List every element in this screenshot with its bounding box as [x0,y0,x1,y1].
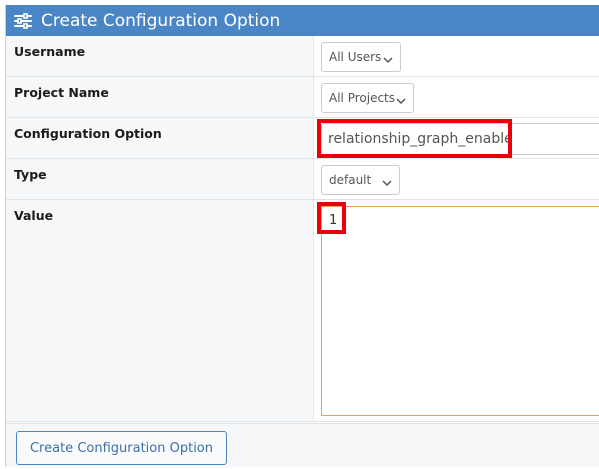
project-select-value: All Projects [329,91,395,105]
chevron-down-icon [382,176,392,190]
username-label: Username [6,36,314,76]
configuration-option-input[interactable]: relationship_graph_enable [321,123,599,155]
configuration-option-label: Configuration Option [6,118,314,158]
username-row: Username All Users [6,36,599,77]
project-name-label: Project Name [6,77,314,117]
configuration-option-row: Configuration Option relationship_graph_… [6,118,599,159]
type-row: Type default [6,159,599,200]
page-title: Create Configuration Option [41,10,281,31]
value-textarea[interactable]: 1 [321,206,599,416]
type-select-value: default [329,173,372,187]
username-select[interactable]: All Users [321,42,401,72]
project-name-row: Project Name All Projects [6,77,599,118]
value-label: Value [6,200,314,421]
project-select[interactable]: All Projects [321,83,414,113]
type-select[interactable]: default [321,165,400,195]
chevron-down-icon [396,94,406,108]
type-label: Type [6,159,314,199]
sliders-icon [14,12,32,29]
username-select-value: All Users [329,50,382,64]
value-row: Value 1 [6,200,599,422]
config-option-panel: Create Configuration Option Username All… [5,5,599,467]
panel-header: Create Configuration Option [6,5,599,36]
form-footer: Create Configuration Option [6,423,599,467]
chevron-down-icon [383,53,393,67]
create-configuration-option-button[interactable]: Create Configuration Option [16,431,227,465]
